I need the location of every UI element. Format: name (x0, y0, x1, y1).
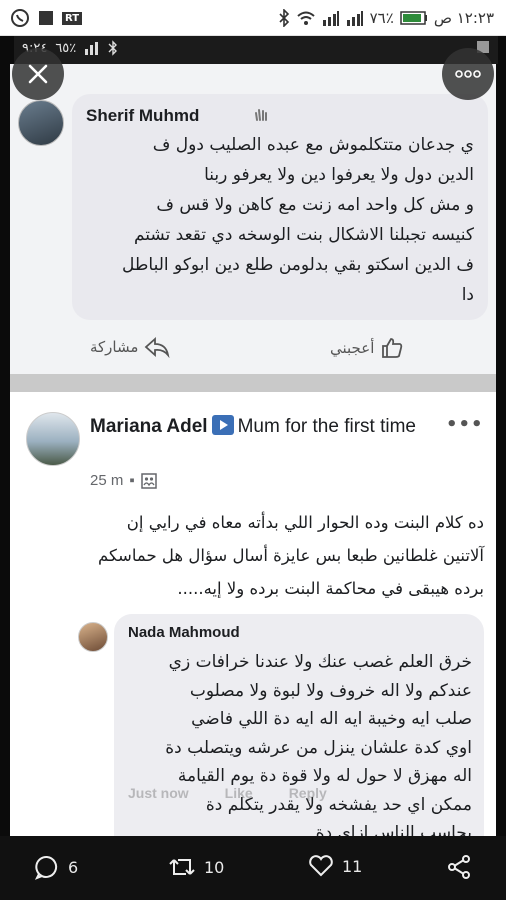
comment-reply-faded[interactable]: Reply (289, 785, 327, 801)
comment-text-nada: خرق العلم غصب عنك ولا عندنا خرافات زي عن… (165, 652, 472, 843)
post-author-line: Mariana Adel Mum for the first time (90, 414, 430, 440)
stop-icon (39, 11, 53, 25)
avatar-nada[interactable] (78, 622, 108, 652)
comment-like-faded[interactable]: Like (225, 785, 253, 801)
post-text: ده كلام البنت وده الحوار اللي بدأته معاه… (97, 513, 484, 598)
phone-status-bar: RT ٧٦٪ ١٢:٢٣ ص (0, 0, 506, 36)
bluetooth-icon (279, 9, 289, 27)
post-author-name[interactable]: Mariana Adel (90, 416, 208, 437)
post-time: 25 m (90, 472, 124, 489)
post-card-mariana: Mariana Adel Mum for the first time ••• 2… (10, 392, 496, 900)
comment-time-faded: Just now (128, 785, 189, 801)
comments-count: 6 (68, 857, 79, 877)
battery-percent: ٧٦٪ (369, 9, 394, 27)
likes-count: 11 (342, 856, 363, 876)
inner-status-bar: ٩:٢٤ ٦٥٪ (14, 36, 498, 64)
comment-bubble-icon (34, 855, 58, 880)
thumbs-up-icon (382, 338, 403, 358)
inner-battery-percent: ٦٥٪ (55, 40, 77, 56)
inner-signal-icon (85, 42, 99, 55)
comment-faded-actions: Just now Like Reply (128, 785, 327, 801)
heart-icon (309, 855, 333, 877)
signal-icon-1 (346, 11, 363, 26)
inner-bluetooth-icon (108, 40, 118, 56)
repost-button[interactable]: 10 (168, 854, 224, 880)
separator-bar (10, 374, 496, 392)
likes-button[interactable]: 11 (308, 854, 362, 878)
avatar-mariana[interactable] (26, 412, 80, 466)
viewer-more-button[interactable] (442, 48, 494, 100)
more-options-button[interactable]: ••• (446, 414, 484, 435)
comments-button[interactable]: 6 (34, 854, 78, 880)
share-button[interactable]: مشاركة (90, 336, 170, 358)
whatsapp-icon (11, 9, 29, 27)
comment-text-sherif: ي جدعان متتكلموش مع عبده الصليب دول ف ال… (122, 135, 474, 305)
status-right: ٧٦٪ ١٢:٢٣ ص (278, 8, 494, 28)
signal-icon-2 (322, 11, 339, 26)
like-button[interactable]: أعجبني (330, 336, 404, 360)
rt-badge: RT (62, 11, 83, 25)
facebook-screenshot: Sherif Muhmd ي جدعان متتكلموش مع عبده ال… (10, 64, 496, 900)
comment-author-sherif[interactable]: Sherif Muhmd (86, 106, 199, 126)
comment-author-nada[interactable]: Nada Mahmoud (128, 624, 240, 641)
repost-icon (169, 859, 195, 875)
play-badge-icon (211, 415, 234, 435)
battery-icon (400, 11, 427, 25)
share-icon (145, 336, 170, 358)
post-actions-bar: أعجبني مشاركة (10, 330, 496, 368)
clock: ١٢:٢٣ ص (433, 9, 494, 27)
close-icon (28, 64, 48, 84)
avatar-sherif (18, 100, 64, 146)
comment-bubble-sherif: Sherif Muhmd ي جدعان متتكلموش مع عبده ال… (72, 94, 488, 320)
share-label: مشاركة (90, 338, 139, 356)
repost-count: 10 (204, 857, 225, 877)
like-label: أعجبني (330, 339, 375, 357)
viewer-bottom-bar: 6 10 11 (0, 836, 506, 900)
friends-icon (140, 472, 157, 489)
more-dots-icon (455, 70, 481, 78)
share-out-button[interactable] (446, 854, 472, 880)
close-button[interactable] (12, 48, 64, 100)
wifi-icon (296, 11, 315, 25)
audience-icon: ▪ (129, 472, 135, 489)
comment-card-sherif: Sherif Muhmd ي جدعان متتكلموش مع عبده ال… (10, 64, 496, 374)
post-author-suffix: Mum for the first time (237, 416, 416, 437)
status-left: RT (10, 8, 83, 28)
hand-wave-icon (255, 109, 267, 121)
share-network-icon (448, 855, 470, 879)
post-meta: 25 m ▪ (90, 472, 157, 489)
